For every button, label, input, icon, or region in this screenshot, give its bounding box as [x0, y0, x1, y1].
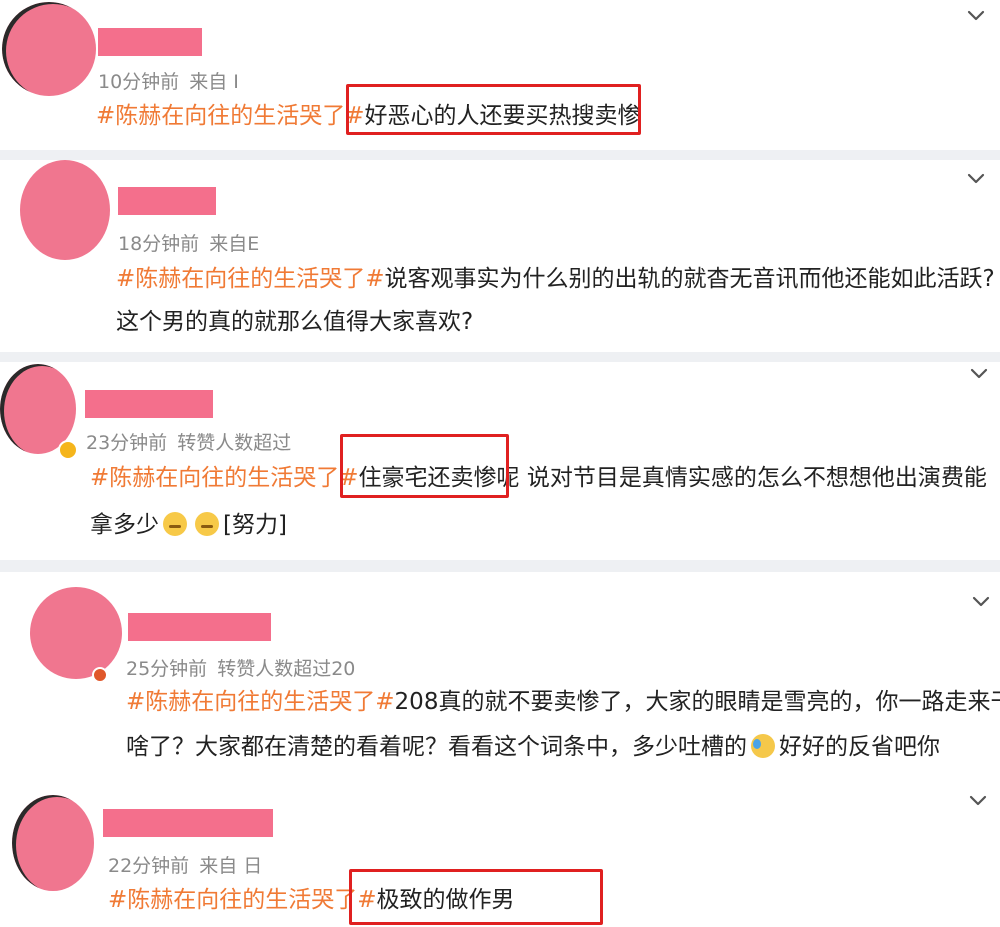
hashtag-link[interactable]: #陈赫在向往的生活哭了# — [90, 465, 359, 491]
comment-text: #陈赫在向往的生活哭了#住豪宅还卖惨呢 说对节目是真情实感的怎么不想想他出演费能 — [90, 463, 987, 493]
comment-text: #陈赫在向往的生活哭了#208真的就不要卖惨了，大家的眼睛是雪亮的，你一路走来干 — [126, 687, 1000, 717]
username-redacted[interactable] — [98, 28, 202, 56]
hashtag-link[interactable]: #陈赫在向往的生活哭了# — [116, 266, 385, 292]
avatar[interactable] — [20, 160, 110, 260]
hashtag-link[interactable]: #陈赫在向往的生活哭了# — [108, 887, 377, 913]
comment-body: 208真的就不要卖惨了，大家的眼睛是雪亮的，你一路走来干 — [394, 689, 1000, 715]
comment-time: 23分钟前 — [86, 432, 168, 454]
hashtag-link[interactable]: #陈赫在向往的生活哭了# — [96, 103, 365, 129]
chevron-down-icon[interactable] — [968, 362, 990, 384]
highlight-box — [346, 84, 641, 135]
weibo-comment-feed: 10分钟前 来自 I #陈赫在向往的生活哭了#好恶心的人还要买热搜卖惨 18分钟前… — [0, 0, 1000, 927]
username-redacted[interactable] — [85, 390, 213, 418]
comment-meta: 18分钟前 来自E — [118, 229, 259, 256]
divider — [0, 560, 1000, 572]
comment-body: 说对节目是真情实感的怎么不想想他出演费能 — [519, 465, 987, 491]
comment-source: 转赞人数超过20 — [217, 658, 356, 680]
comment-text: 拿多少 [努力] — [90, 510, 287, 540]
chevron-down-icon[interactable] — [965, 167, 987, 189]
verified-badge-icon — [92, 667, 108, 683]
comment-text: 啥了？大家都在清楚的看着呢？看看这个词条中，多少吐槽的 好好的反省吧你 — [126, 732, 940, 762]
comment-time: 18分钟前 — [118, 233, 200, 255]
comment-body: 好好的反省吧你 — [779, 734, 940, 760]
emoji-text: [努力] — [223, 512, 287, 538]
comment-time: 10分钟前 — [98, 71, 180, 93]
chevron-down-icon[interactable] — [965, 4, 987, 26]
comment-meta: 25分钟前 转赞人数超过20 — [126, 654, 355, 681]
comment-body: 拿多少 — [90, 512, 159, 538]
speechless-face-icon — [163, 512, 187, 536]
hashtag-link[interactable]: #陈赫在向往的生活哭了# — [126, 689, 395, 715]
comment-body: 这个男的真的就那么值得大家喜欢? — [116, 309, 474, 335]
avatar[interactable] — [30, 587, 122, 679]
avatar[interactable] — [2, 2, 96, 96]
comment-text: #陈赫在向往的生活哭了#说客观事实为什么别的出轨的就杳无音讯而他还能如此活跃? — [116, 264, 995, 294]
comment-text: 这个男的真的就那么值得大家喜欢? — [116, 307, 473, 337]
comment-meta: 10分钟前 来自 I — [98, 67, 239, 94]
sweat-face-icon — [751, 734, 775, 758]
highlight-box — [349, 869, 603, 925]
comment-item: 18分钟前 来自E #陈赫在向往的生活哭了#说客观事实为什么别的出轨的就杳无音讯而… — [0, 160, 1000, 350]
comment-source: 来自 I — [189, 71, 239, 93]
comment-source: 转赞人数超过 — [177, 432, 292, 454]
speechless-face-icon — [195, 512, 219, 536]
username-redacted[interactable] — [103, 809, 273, 837]
username-redacted[interactable] — [128, 613, 271, 641]
avatar[interactable] — [12, 795, 94, 891]
comment-meta: 22分钟前 来自 日 — [108, 851, 262, 878]
divider — [0, 352, 1000, 362]
comment-source: 来自E — [209, 233, 260, 255]
comment-item: 23分钟前 转赞人数超过 #陈赫在向往的生活哭了#住豪宅还卖惨呢 说对节目是真情实… — [0, 362, 1000, 557]
comment-meta: 23分钟前 转赞人数超过 — [86, 428, 291, 455]
comment-item: 10分钟前 来自 I #陈赫在向往的生活哭了#好恶心的人还要买热搜卖惨 — [0, 0, 1000, 150]
divider — [0, 150, 1000, 160]
username-redacted[interactable] — [118, 187, 216, 215]
chevron-down-icon[interactable] — [967, 789, 989, 811]
chevron-down-icon[interactable] — [970, 590, 992, 612]
comment-source: 来自 日 — [199, 855, 263, 877]
comment-body: 啥了？大家都在清楚的看着呢？看看这个词条中，多少吐槽的 — [126, 734, 747, 760]
verified-badge-icon — [58, 440, 78, 460]
comment-item: 25分钟前 转赞人数超过20 #陈赫在向往的生活哭了#208真的就不要卖惨了，大家… — [0, 572, 1000, 787]
comment-item: 22分钟前 来自 日 #陈赫在向往的生活哭了#极致的做作男 — [0, 787, 1000, 927]
comment-time: 25分钟前 — [126, 658, 208, 680]
comment-time: 22分钟前 — [108, 855, 190, 877]
comment-body: 说客观事实为什么别的出轨的就杳无音讯而他还能如此活跃? — [384, 266, 995, 292]
highlight-box — [340, 434, 509, 498]
